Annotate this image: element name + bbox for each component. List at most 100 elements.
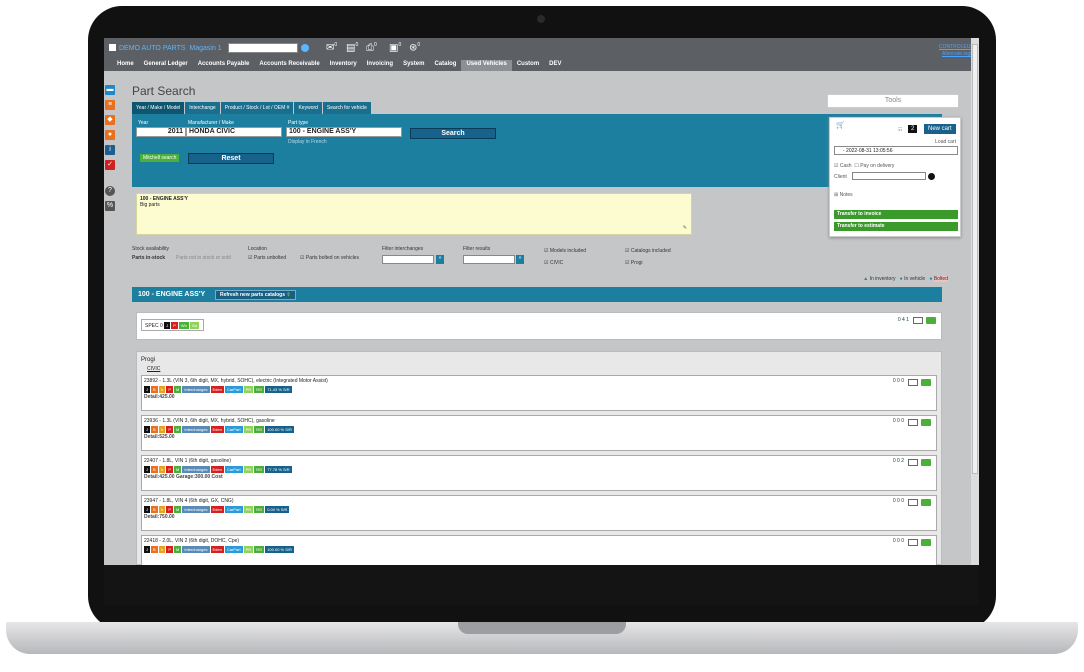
bolted-checkbox[interactable]: ☑ Parts bolted on vehicles [300, 255, 359, 261]
car-icon[interactable]: ◆ [105, 115, 115, 125]
check-icon[interactable]: ✓ [105, 160, 115, 170]
tab-product-stock[interactable]: Product / Stock / Lot / OEM # [220, 102, 294, 114]
chip-p[interactable]: P [166, 466, 174, 473]
chip-v[interactable]: V [158, 386, 166, 393]
chip-pr[interactable]: PR [243, 546, 254, 553]
menu-used-vehicles[interactable]: Used Vehicles [461, 60, 512, 71]
chip-rg[interactable]: RG [254, 546, 265, 553]
part-type-select[interactable]: 100 - ENGINE ASS'Y [286, 127, 402, 137]
alternate-login[interactable]: Alternate login [939, 51, 974, 58]
model-checkbox[interactable]: ☑ CIVIC [544, 260, 563, 266]
search-button[interactable]: Search [410, 128, 496, 139]
tab-search-vehicle[interactable]: Search for vehicle [322, 102, 371, 114]
chip-pr[interactable]: PR [243, 426, 254, 433]
chip-eden[interactable]: Eden [210, 546, 224, 553]
filter-results-input[interactable] [463, 255, 515, 264]
cart-select[interactable]: - 2022-08-31 13:05:56 [834, 146, 958, 155]
menu-accounts-receivable[interactable]: Accounts Receivable [254, 60, 324, 71]
chip-m[interactable]: M [174, 466, 182, 473]
spec-chip-wh[interactable]: Wh [178, 322, 189, 329]
scrollbar-thumb[interactable] [972, 44, 978, 474]
notes-button[interactable]: ⊞ Notes [834, 192, 853, 198]
menu-general-ledger[interactable]: General Ledger [139, 60, 193, 71]
chip-v[interactable]: V [158, 426, 166, 433]
chip-eden[interactable]: Eden [210, 466, 224, 473]
sr-percent-badge[interactable]: 0.00 % S/R [265, 506, 290, 513]
result-add-button[interactable] [921, 499, 931, 506]
print-icon[interactable]: ⎙0 [366, 42, 377, 53]
gear-icon[interactable]: ● [105, 130, 115, 140]
brand-name[interactable]: DEMO AUTO PARTS [119, 45, 186, 52]
user-name[interactable]: CONTROLEUR [939, 44, 974, 51]
make-select[interactable]: HONDA CIVIC [186, 127, 282, 137]
result-select[interactable] [908, 499, 918, 506]
chip-interchanges[interactable]: Interchanges [182, 546, 210, 553]
new-cart-button[interactable]: New cart [924, 124, 956, 134]
chip-eden[interactable]: Eden [210, 426, 224, 433]
scrollbar[interactable] [971, 38, 979, 565]
sr-percent-badge[interactable]: 100.00 % S/R [265, 426, 294, 433]
result-select[interactable] [908, 539, 918, 546]
chip-carpart[interactable]: CarPart [224, 506, 243, 513]
list-icon[interactable]: ≡ [105, 100, 115, 110]
models-included-checkbox[interactable]: ☑ Models included [544, 248, 586, 254]
chip-rg[interactable]: RG [254, 386, 265, 393]
percent-icon[interactable]: % [105, 201, 115, 211]
menu-custom[interactable]: Custom [512, 60, 544, 71]
cash-option[interactable]: ☑ Cash ☐ Pay on delivery [834, 163, 894, 169]
tools-bar[interactable]: Tools [827, 94, 959, 108]
catalog-checkbox[interactable]: ☑ Progi [625, 260, 643, 266]
chip-v[interactable]: V [158, 546, 166, 553]
spec-chip-p[interactable]: P [171, 322, 178, 329]
chip-m[interactable]: M [174, 546, 182, 553]
mitchell-search-button[interactable]: Mitchell search [140, 154, 180, 162]
chip-p[interactable]: P [166, 386, 174, 393]
chip-interchanges[interactable]: Interchanges [182, 426, 210, 433]
catalog-model[interactable]: CIVIC [147, 366, 160, 372]
folder-icon[interactable]: ▬ [105, 85, 115, 95]
result-select[interactable] [908, 419, 918, 426]
chip-j[interactable]: J [144, 506, 150, 513]
result-select[interactable] [908, 379, 918, 386]
tab-year-make-model[interactable]: Year / Make / Model [132, 102, 185, 114]
list-icon-small[interactable]: ☷ [898, 127, 902, 133]
spec-chip-j[interactable]: J [164, 322, 171, 329]
chip-carpart[interactable]: CarPart [224, 546, 243, 553]
globe-icon[interactable] [301, 44, 309, 52]
menu-invoicing[interactable]: Invoicing [362, 60, 398, 71]
chip-rg[interactable]: RG [254, 426, 265, 433]
chip-rg[interactable]: RG [254, 466, 265, 473]
menu-dev[interactable]: DEV [544, 60, 566, 71]
catalogs-included-checkbox[interactable]: ☑ Catalogs included [625, 248, 671, 254]
chip-b[interactable]: B [151, 506, 158, 513]
report-icon[interactable]: ▣0 [389, 42, 401, 53]
store-select[interactable] [228, 43, 298, 53]
year-field[interactable]: 2011 [136, 127, 186, 137]
chip-j[interactable]: J [144, 426, 150, 433]
sr-percent-badge[interactable]: 77.78 % S/R [265, 466, 292, 473]
chip-j[interactable]: J [144, 466, 150, 473]
spec-select[interactable] [913, 317, 923, 324]
menu-inventory[interactable]: Inventory [325, 60, 362, 71]
transfer-to-estimate-button[interactable]: Transfer to estimate [834, 222, 958, 231]
document-icon[interactable]: ▤0 [346, 42, 358, 53]
chip-j[interactable]: J [144, 546, 150, 553]
tab-keyword[interactable]: Keyword [294, 102, 322, 114]
chip-carpart[interactable]: CarPart [224, 386, 243, 393]
refresh-catalogs-button[interactable]: Refresh new parts catalogs ⇧ [214, 290, 296, 300]
menu-system[interactable]: System [398, 60, 429, 71]
spec-chip-gn[interactable]: Gn [189, 322, 200, 329]
help-icon[interactable]: ? [105, 186, 115, 196]
info-icon[interactable]: i [105, 145, 115, 155]
chip-carpart[interactable]: CarPart [224, 426, 243, 433]
chip-j[interactable]: J [144, 386, 150, 393]
box-icon[interactable]: ⊛0 [409, 42, 420, 53]
menu-catalog[interactable]: Catalog [429, 60, 461, 71]
result-add-button[interactable] [921, 459, 931, 466]
chip-m[interactable]: M [174, 426, 182, 433]
menu-home[interactable]: Home [112, 60, 139, 71]
filter-interchanges-input[interactable] [382, 255, 434, 264]
filter-results-go[interactable]: » [516, 255, 524, 264]
chip-pr[interactable]: PR [243, 506, 254, 513]
display-french[interactable]: Display in French [288, 139, 327, 145]
